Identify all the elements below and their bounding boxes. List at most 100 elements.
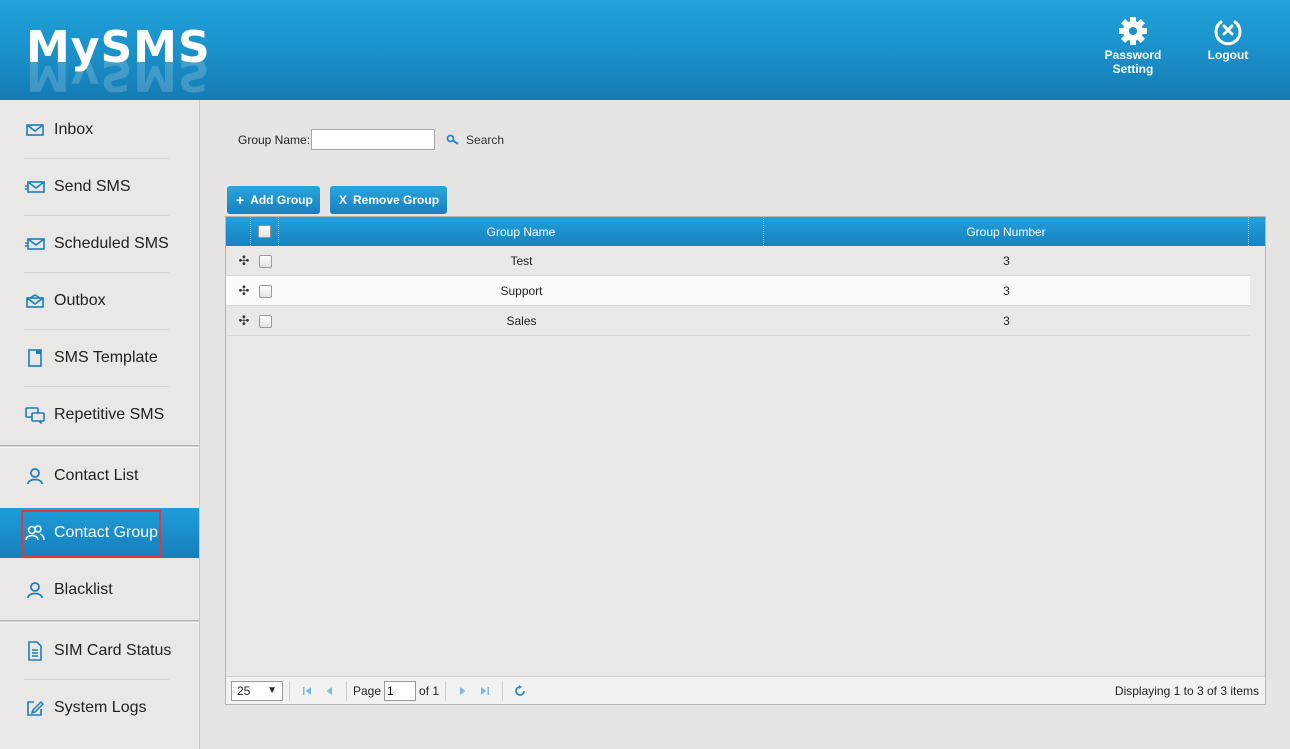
expand-row-icon[interactable]: ✣ <box>239 283 250 299</box>
previous-page-button[interactable] <box>318 681 340 701</box>
divider <box>346 680 347 701</box>
password-setting-label-line2: Setting <box>1112 62 1154 76</box>
next-page-button[interactable] <box>452 681 474 701</box>
envelope-clock-icon <box>24 233 46 255</box>
sidebar-nav: Inbox Send SMS Scheduled SMS Outbox SMS … <box>0 100 200 749</box>
logout-button[interactable]: Logout <box>1200 16 1256 62</box>
divider <box>24 272 169 273</box>
template-icon <box>24 347 46 369</box>
divider <box>24 679 169 680</box>
sidebar-item-send-sms[interactable]: Send SMS <box>0 162 199 212</box>
gear-icon <box>1117 16 1149 46</box>
search-icon <box>446 134 459 145</box>
document-icon <box>24 640 46 662</box>
previous-page-icon <box>326 686 332 695</box>
sidebar-item-system-logs[interactable]: System Logs <box>0 683 199 733</box>
group-divider <box>0 445 199 448</box>
sidebar-item-inbox[interactable]: Inbox <box>0 105 199 155</box>
group-name-cell: Support <box>500 284 543 298</box>
password-setting-label-line1: Password <box>1104 48 1162 62</box>
page-label: Page <box>353 683 382 698</box>
expand-column-header <box>226 217 251 246</box>
page-number-input[interactable] <box>384 680 417 701</box>
sidebar-item-label: Repetitive SMS <box>54 406 165 423</box>
add-group-button[interactable]: + Add Group <box>227 186 320 214</box>
divider <box>445 680 447 701</box>
group-table: Group Name Group Number ✣ Test 3 ✣ Suppo… <box>225 216 1266 705</box>
page-size-value: 25 <box>237 683 251 698</box>
envelope-send-icon <box>24 176 46 198</box>
user-block-icon <box>24 579 46 601</box>
refresh-icon <box>515 684 525 696</box>
group-divider <box>0 620 199 623</box>
sidebar-item-label: Send SMS <box>54 178 131 195</box>
divider <box>502 680 504 701</box>
envelope-open-icon <box>24 290 46 312</box>
group-number-cell: 3 <box>1003 254 1010 268</box>
edit-icon <box>24 697 46 719</box>
sidebar-item-label: Contact List <box>54 467 139 484</box>
dropdown-arrow-icon: ▼ <box>267 685 277 696</box>
group-name-label: Group Name: <box>238 132 311 147</box>
refresh-button[interactable] <box>509 681 531 701</box>
chat-bubbles-icon <box>24 404 46 426</box>
pagination-info: Displaying 1 to 3 of 3 items <box>1114 684 1259 698</box>
logout-label: Logout <box>1207 48 1249 62</box>
sidebar-item-sim-card-status[interactable]: SIM Card Status <box>0 626 199 676</box>
row-checkbox[interactable] <box>258 254 272 268</box>
search-button-label: Search <box>466 132 505 147</box>
row-checkbox[interactable] <box>258 314 272 328</box>
expand-row-icon[interactable]: ✣ <box>239 253 250 269</box>
plus-icon: + <box>236 192 245 208</box>
app-logo-reflection: MySMS <box>26 60 211 100</box>
last-page-icon <box>481 686 490 695</box>
sidebar-item-contact-list[interactable]: Contact List <box>0 451 199 501</box>
sidebar-item-label: Outbox <box>54 292 106 309</box>
search-bar: Group Name: Search <box>238 129 504 150</box>
remove-group-label: Remove Group <box>353 193 440 207</box>
sidebar-item-label: SMS Template <box>54 349 158 366</box>
group-name-cell: Sales <box>506 314 537 328</box>
row-checkbox[interactable] <box>258 284 272 298</box>
table-row[interactable]: ✣ Test 3 <box>226 246 1250 276</box>
divider <box>24 329 169 330</box>
sidebar-item-label: Scheduled SMS <box>54 235 169 252</box>
sidebar-item-outbox[interactable]: Outbox <box>0 276 199 326</box>
select-all-checkbox[interactable] <box>258 225 271 238</box>
search-button[interactable]: Search <box>446 133 504 147</box>
first-page-button[interactable] <box>296 681 318 701</box>
table-row[interactable]: ✣ Sales 3 <box>226 306 1250 336</box>
active-item-highlight <box>21 510 161 557</box>
sidebar-item-label: Inbox <box>54 121 94 138</box>
divider <box>24 386 169 387</box>
sidebar-item-repetitive-sms[interactable]: Repetitive SMS <box>0 390 199 440</box>
password-setting-button[interactable]: Password Setting <box>1100 16 1166 76</box>
pagination-bar: 25 ▼ Page of 1 Displaying 1 to 3 of 3 it… <box>226 676 1265 704</box>
sidebar-item-scheduled-sms[interactable]: Scheduled SMS <box>0 219 199 269</box>
page-size-select[interactable]: 25 ▼ <box>231 680 283 701</box>
sidebar-item-label: SIM Card Status <box>54 642 172 659</box>
column-header-group-number[interactable]: Group Number <box>764 217 1249 246</box>
add-group-label: Add Group <box>250 193 313 207</box>
divider <box>24 158 169 159</box>
logout-icon <box>1212 16 1244 46</box>
divider <box>24 215 169 216</box>
sidebar-item-label: Blacklist <box>54 581 113 598</box>
sidebar-item-sms-template[interactable]: SMS Template <box>0 333 199 383</box>
group-name-input[interactable] <box>311 129 436 150</box>
table-row[interactable]: ✣ Support 3 <box>226 276 1250 306</box>
expand-row-icon[interactable]: ✣ <box>239 313 250 329</box>
sidebar-item-label: System Logs <box>54 699 147 716</box>
close-icon: X <box>339 193 348 207</box>
last-page-button[interactable] <box>474 681 496 701</box>
group-number-cell: 3 <box>1003 284 1010 298</box>
group-number-cell: 3 <box>1003 314 1010 328</box>
group-name-cell: Test <box>510 254 533 268</box>
table-header: Group Name Group Number <box>226 217 1265 246</box>
page-count-label: of 1 <box>419 683 440 698</box>
sidebar-item-blacklist[interactable]: Blacklist <box>0 565 199 615</box>
column-header-group-name[interactable]: Group Name <box>279 217 764 246</box>
remove-group-button[interactable]: X Remove Group <box>330 186 447 214</box>
select-all-cell <box>251 217 279 246</box>
divider <box>289 680 290 701</box>
